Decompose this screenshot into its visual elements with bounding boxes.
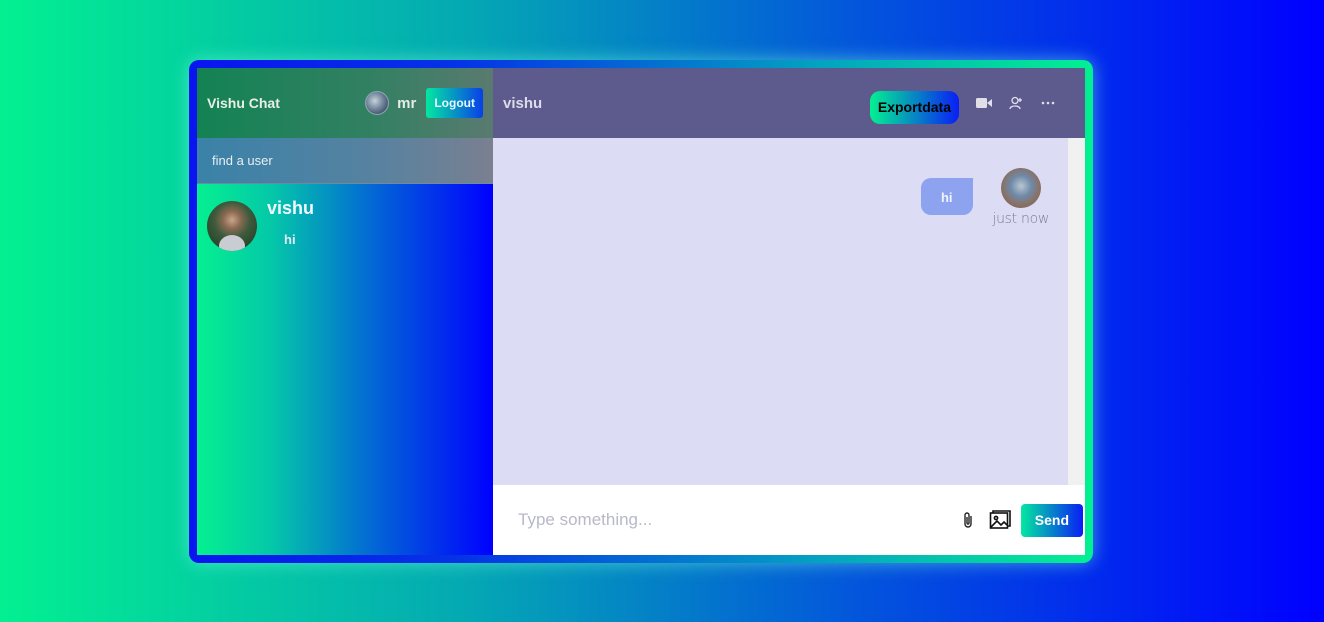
chat-header: vishu Exportdata bbox=[493, 68, 1085, 138]
app-logo: Vishu Chat bbox=[207, 95, 280, 111]
search bbox=[197, 138, 493, 184]
chat-last-message: hi bbox=[284, 232, 296, 247]
current-user: mr Logout bbox=[365, 88, 483, 118]
send-button[interactable]: Send bbox=[1020, 503, 1083, 537]
chat-info: vishu hi bbox=[267, 198, 315, 251]
add-user-icon[interactable] bbox=[1007, 94, 1025, 112]
message-input[interactable] bbox=[518, 510, 957, 530]
chat-panel: vishu Exportdata just now hi Type someth… bbox=[493, 68, 1085, 555]
chat-user-avatar bbox=[207, 201, 257, 251]
chat-header-actions: Exportdata bbox=[869, 83, 1057, 124]
image-upload-icon[interactable] bbox=[989, 509, 1011, 531]
current-user-avatar bbox=[365, 91, 390, 115]
message-time: just now bbox=[992, 211, 1050, 227]
message-owner: just now hi bbox=[920, 168, 1050, 227]
messages-area[interactable]: just now hi bbox=[493, 138, 1085, 485]
message-bubble: hi bbox=[920, 178, 973, 215]
messages-scrollbar[interactable] bbox=[1068, 138, 1085, 485]
message-input-bar: Send bbox=[493, 485, 1085, 555]
message-avatar bbox=[1000, 168, 1041, 208]
more-options-icon[interactable] bbox=[1039, 94, 1057, 112]
chat-list-item[interactable]: vishu hi bbox=[197, 184, 493, 268]
send-area: Send bbox=[957, 503, 1083, 537]
export-data-button[interactable]: Exportdata bbox=[869, 90, 959, 124]
navbar: Vishu Chat mr Logout bbox=[197, 68, 493, 138]
logout-button[interactable]: Logout bbox=[426, 88, 483, 118]
chat-container: Vishu Chat mr Logout vishu hi vi bbox=[197, 68, 1085, 555]
app-frame: Vishu Chat mr Logout vishu hi vi bbox=[189, 60, 1093, 563]
chat-user-name: vishu bbox=[267, 198, 315, 218]
search-input[interactable] bbox=[212, 153, 478, 168]
video-camera-icon[interactable] bbox=[975, 94, 993, 112]
current-user-name: mr bbox=[397, 94, 417, 112]
message-meta: just now bbox=[992, 168, 1050, 227]
chat-title: vishu bbox=[503, 94, 543, 112]
attach-icon[interactable] bbox=[957, 509, 979, 531]
sidebar: Vishu Chat mr Logout vishu hi bbox=[197, 68, 493, 555]
